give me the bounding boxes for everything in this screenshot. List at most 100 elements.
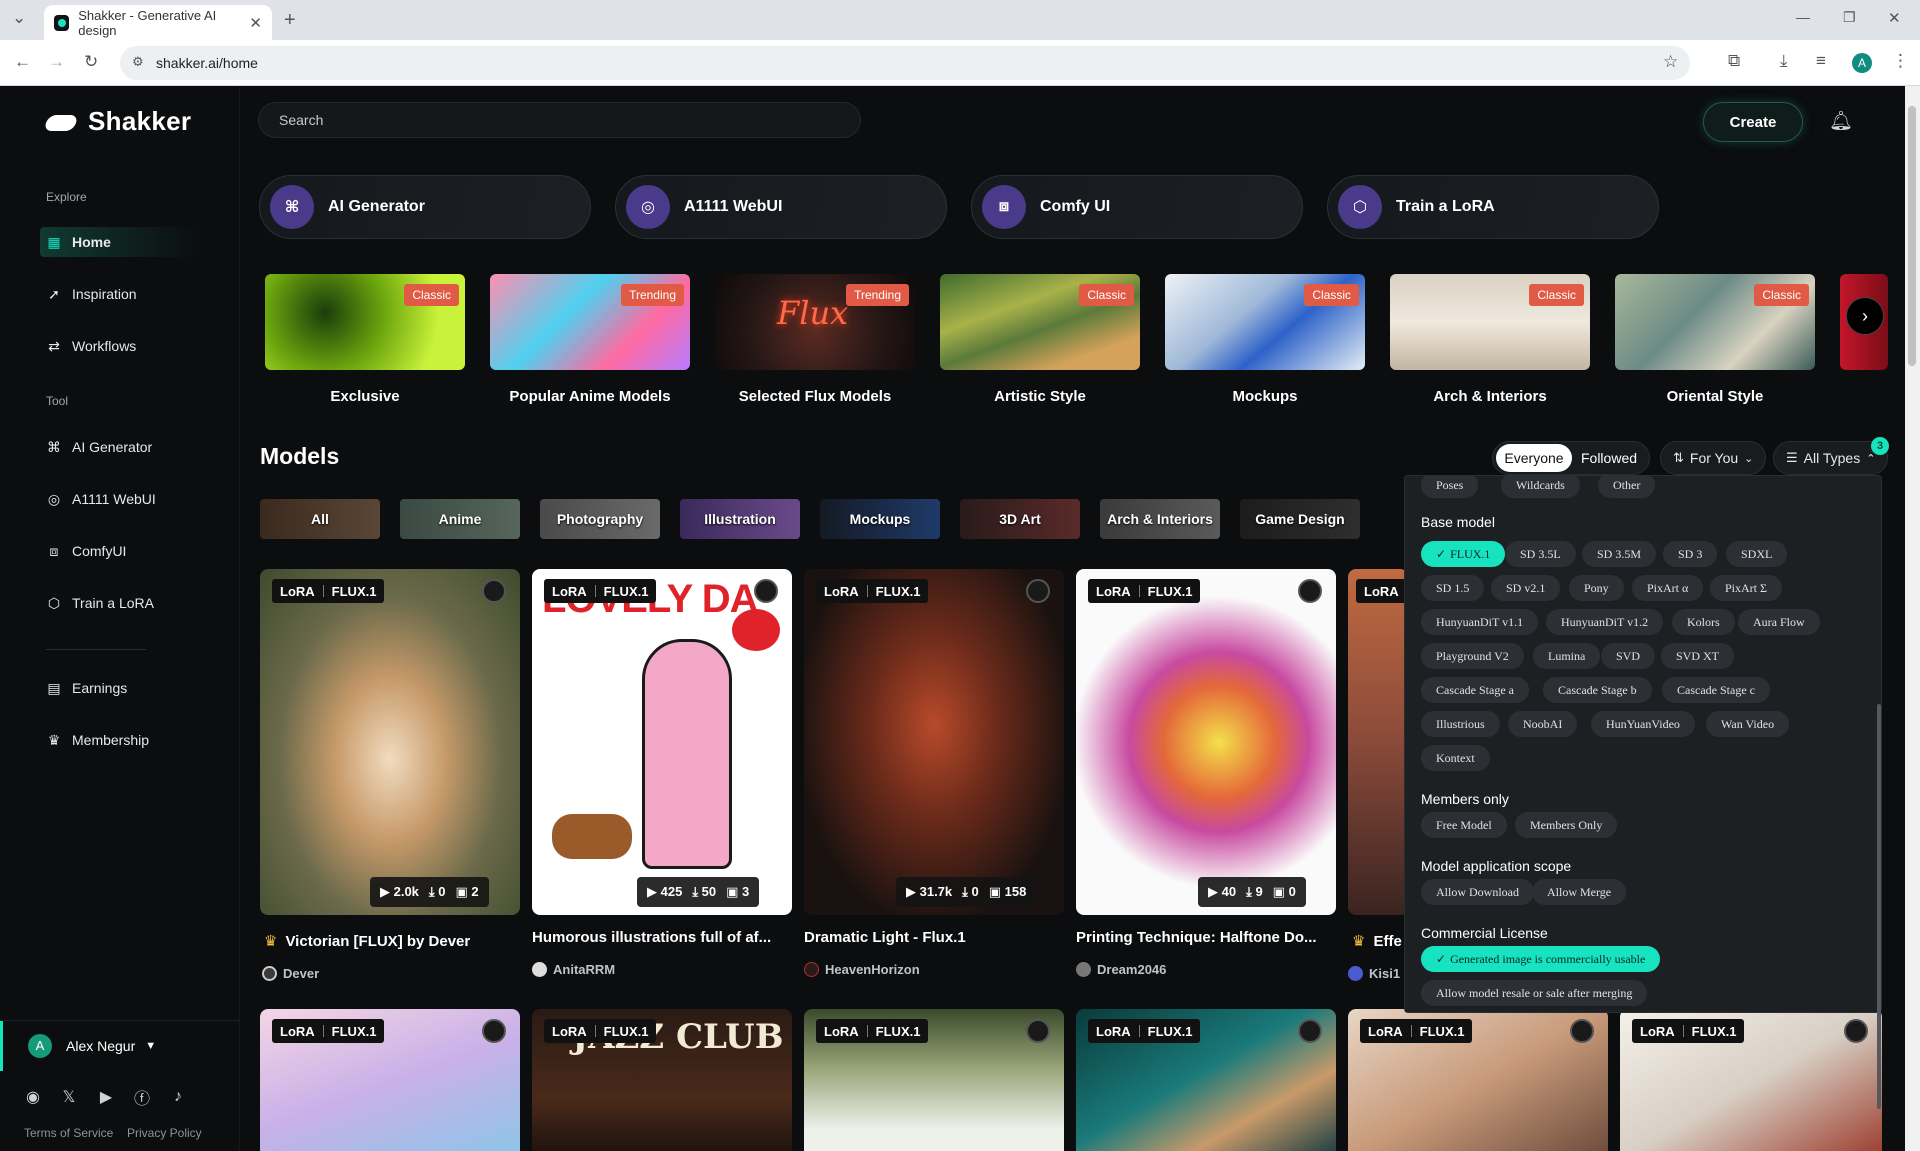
base-model-sd35m[interactable]: SD 3.5M bbox=[1582, 541, 1657, 567]
notification-bell-icon[interactable]: 🔔︎ bbox=[1828, 108, 1854, 134]
x-twitter-icon[interactable]: 𝕏 bbox=[58, 1086, 80, 1108]
downloads-icon[interactable]: ⤓ bbox=[1780, 51, 1788, 71]
allow-download-option[interactable]: Allow Download bbox=[1421, 879, 1534, 905]
privacy-link[interactable]: Privacy Policy bbox=[127, 1126, 202, 1140]
sidebar-item-home[interactable]: ▦ Home bbox=[40, 227, 200, 257]
sidebar-item-workflows[interactable]: ⇄ Workflows bbox=[40, 331, 200, 361]
chip-3d-art[interactable]: 3D Art bbox=[960, 499, 1080, 539]
model-title[interactable]: ♛ Victorian [FLUX] by Dever bbox=[264, 932, 520, 951]
tiktok-icon[interactable]: ♪ bbox=[167, 1086, 189, 1108]
followed-toggle[interactable]: Followed bbox=[1572, 444, 1646, 472]
model-author[interactable]: Kisi1 bbox=[1348, 966, 1400, 981]
terms-link[interactable]: Terms of Service bbox=[24, 1126, 113, 1140]
base-model-cascade-c[interactable]: Cascade Stage c bbox=[1662, 677, 1770, 703]
base-model-svd[interactable]: SVD bbox=[1601, 643, 1656, 669]
model-card[interactable]: JAZZ CLUB LoRA FLUX.1 bbox=[532, 1009, 792, 1151]
model-card[interactable]: LOVELY DA LoRAFLUX.1 ▶ 425 ⤓ 50 ▣ 3 bbox=[532, 569, 792, 915]
model-author[interactable]: AnitaRRM bbox=[532, 962, 615, 977]
category-card-mockups[interactable]: Classic bbox=[1165, 274, 1365, 370]
base-model-sdxl[interactable]: SDXL bbox=[1726, 541, 1788, 567]
chip-anime[interactable]: Anime bbox=[400, 499, 520, 539]
type-option-poses[interactable]: Poses bbox=[1421, 476, 1479, 498]
base-model-flux1[interactable]: ✓ FLUX.1 bbox=[1421, 541, 1506, 567]
quick-comfyui-button[interactable]: ⧈ Comfy UI bbox=[971, 175, 1303, 239]
minimize-icon[interactable]: — bbox=[1796, 9, 1810, 25]
profile-avatar[interactable]: A bbox=[1852, 53, 1872, 73]
base-model-pixart-alpha[interactable]: PixArt α bbox=[1632, 575, 1704, 601]
quick-train-lora-button[interactable]: ⬡ Train a LoRA bbox=[1327, 175, 1659, 239]
browser-tab[interactable]: Shakker - Generative AI design ✕ bbox=[44, 5, 272, 40]
search-input[interactable]: Search bbox=[258, 102, 861, 138]
model-card[interactable]: LoRA FLUX.1 bbox=[1076, 1009, 1336, 1151]
type-option-other[interactable]: Other bbox=[1598, 476, 1656, 498]
model-card[interactable]: LoRA FLUX.1 bbox=[260, 1009, 520, 1151]
type-option-wildcards[interactable]: Wildcards bbox=[1501, 476, 1580, 498]
base-model-wan-video[interactable]: Wan Video bbox=[1706, 711, 1790, 737]
url-field[interactable]: ⚙ shakker.ai/home ☆ bbox=[120, 46, 1690, 80]
new-tab-icon[interactable]: + bbox=[284, 9, 296, 32]
tab-list-icon[interactable]: ⌄ bbox=[12, 8, 26, 28]
base-model-lumina[interactable]: Lumina bbox=[1533, 643, 1601, 669]
base-model-hunyuanvideo[interactable]: HunYuanVideo bbox=[1591, 711, 1695, 737]
model-title[interactable]: ♛ Effe bbox=[1352, 932, 1404, 951]
model-title[interactable]: Printing Technique: Halftone Do... bbox=[1076, 929, 1334, 946]
user-menu[interactable]: A Alex Negur ▼ bbox=[0, 1020, 240, 1071]
allow-merge-option[interactable]: Allow Merge bbox=[1532, 879, 1627, 905]
extensions-icon[interactable]: ⧉ bbox=[1728, 51, 1740, 71]
chevron-right-icon[interactable]: › bbox=[1846, 297, 1884, 335]
reading-list-icon[interactable]: ≡ bbox=[1816, 51, 1826, 71]
bookmark-star-icon[interactable]: ☆ bbox=[1663, 52, 1678, 72]
discord-icon[interactable]: ◉ bbox=[22, 1086, 44, 1108]
model-card[interactable]: LoRA FLUX.1 bbox=[1620, 1009, 1882, 1151]
base-model-noobai[interactable]: NoobAI bbox=[1508, 711, 1578, 737]
model-author[interactable]: Dream2046 bbox=[1076, 962, 1166, 977]
base-model-aura-flow[interactable]: Aura Flow bbox=[1738, 609, 1820, 635]
sidebar-item-ai-generator[interactable]: ⌘ AI Generator bbox=[40, 432, 200, 462]
base-model-sdv21[interactable]: SD v2.1 bbox=[1491, 575, 1561, 601]
dropdown-scrollbar[interactable] bbox=[1877, 704, 1881, 1109]
create-button[interactable]: Create bbox=[1703, 102, 1803, 142]
chip-mockups[interactable]: Mockups bbox=[820, 499, 940, 539]
model-author[interactable]: HeavenHorizon bbox=[804, 962, 920, 977]
sidebar-item-train-lora[interactable]: ⬡ Train a LoRA bbox=[40, 588, 200, 618]
page-scrollbar-thumb[interactable] bbox=[1908, 106, 1916, 366]
commercial-usable-option[interactable]: ✓ Generated image is commercially usable bbox=[1421, 946, 1661, 972]
base-model-sd15[interactable]: SD 1.5 bbox=[1421, 575, 1485, 601]
free-model-option[interactable]: Free Model bbox=[1421, 812, 1507, 838]
base-model-hunyuandit-v11[interactable]: HunyuanDiT v1.1 bbox=[1421, 609, 1539, 635]
model-card[interactable]: LoRA FLUX.1 ▶ 2.0k ⤓ 0 ▣ 2 bbox=[260, 569, 520, 915]
quick-a1111-button[interactable]: ◎ A1111 WebUI bbox=[615, 175, 947, 239]
category-card-arch[interactable]: Classic bbox=[1390, 274, 1590, 370]
base-model-illustrious[interactable]: Illustrious bbox=[1421, 711, 1500, 737]
sort-dropdown[interactable]: ⇅ For You ⌄ bbox=[1660, 441, 1767, 475]
quick-ai-generator-button[interactable]: ⌘ AI Generator bbox=[259, 175, 591, 239]
model-title[interactable]: Humorous illustrations full of af... bbox=[532, 929, 790, 946]
model-author[interactable]: Dever bbox=[262, 966, 319, 981]
base-model-svd-xt[interactable]: SVD XT bbox=[1661, 643, 1735, 669]
sidebar-item-earnings[interactable]: ▤ Earnings bbox=[40, 673, 200, 703]
everyone-toggle[interactable]: Everyone bbox=[1496, 444, 1572, 472]
sidebar-item-comfyui[interactable]: ⧈ ComfyUI bbox=[40, 536, 200, 566]
chip-illustration[interactable]: Illustration bbox=[680, 499, 800, 539]
youtube-icon[interactable]: ▶ bbox=[95, 1086, 117, 1108]
close-tab-icon[interactable]: ✕ bbox=[249, 14, 262, 32]
base-model-pixart-sigma[interactable]: PixArt Σ bbox=[1710, 575, 1782, 601]
sidebar-item-membership[interactable]: ♛ Membership bbox=[40, 725, 200, 755]
window-close-icon[interactable]: ✕ bbox=[1888, 9, 1901, 27]
sidebar-item-a1111-webui[interactable]: ◎ A1111 WebUI bbox=[40, 484, 200, 514]
base-model-sd35l[interactable]: SD 3.5L bbox=[1505, 541, 1576, 567]
chip-game-design[interactable]: Game Design bbox=[1240, 499, 1360, 539]
site-info-icon[interactable]: ⚙ bbox=[132, 54, 144, 70]
chip-photography[interactable]: Photography bbox=[540, 499, 660, 539]
category-card-oriental[interactable]: Classic bbox=[1615, 274, 1815, 370]
facebook-icon[interactable]: ⓕ bbox=[131, 1086, 153, 1108]
model-card[interactable]: LoRA FLUX.1 ▶ 40 ⤓ 9 ▣ 0 bbox=[1076, 569, 1336, 915]
category-card-exclusive[interactable]: Classic bbox=[265, 274, 465, 370]
restore-icon[interactable]: ❐ bbox=[1843, 9, 1856, 26]
base-model-sd3[interactable]: SD 3 bbox=[1663, 541, 1718, 567]
sidebar-item-inspiration[interactable]: ➚ Inspiration bbox=[40, 279, 200, 309]
brand-logo[interactable]: Shakker bbox=[46, 106, 191, 137]
base-model-pony[interactable]: Pony bbox=[1569, 575, 1624, 601]
members-only-option[interactable]: Members Only bbox=[1515, 812, 1618, 838]
back-icon[interactable]: ← bbox=[14, 52, 31, 72]
